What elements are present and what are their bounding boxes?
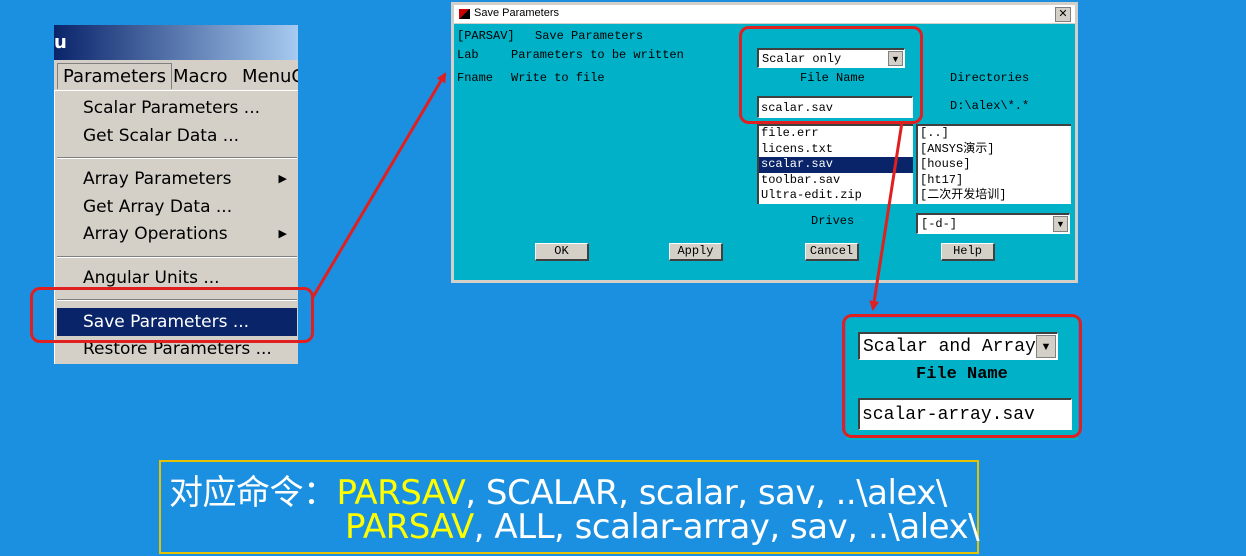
command-args: , ALL, scalar-array, sav, ..\alex\: [473, 507, 980, 547]
command-line-2: PARSAV, ALL, scalar-array, sav, ..\alex\: [345, 507, 980, 547]
command-caption-box: 对应命令：PARSAV, SCALAR, scalar, sav, ..\ale…: [159, 460, 980, 554]
command-prefix: 对应命令：: [169, 473, 337, 513]
command-keyword: PARSAV: [345, 507, 474, 547]
arrow-to-dialog: [311, 72, 447, 298]
arrow-to-inset: [869, 121, 904, 311]
